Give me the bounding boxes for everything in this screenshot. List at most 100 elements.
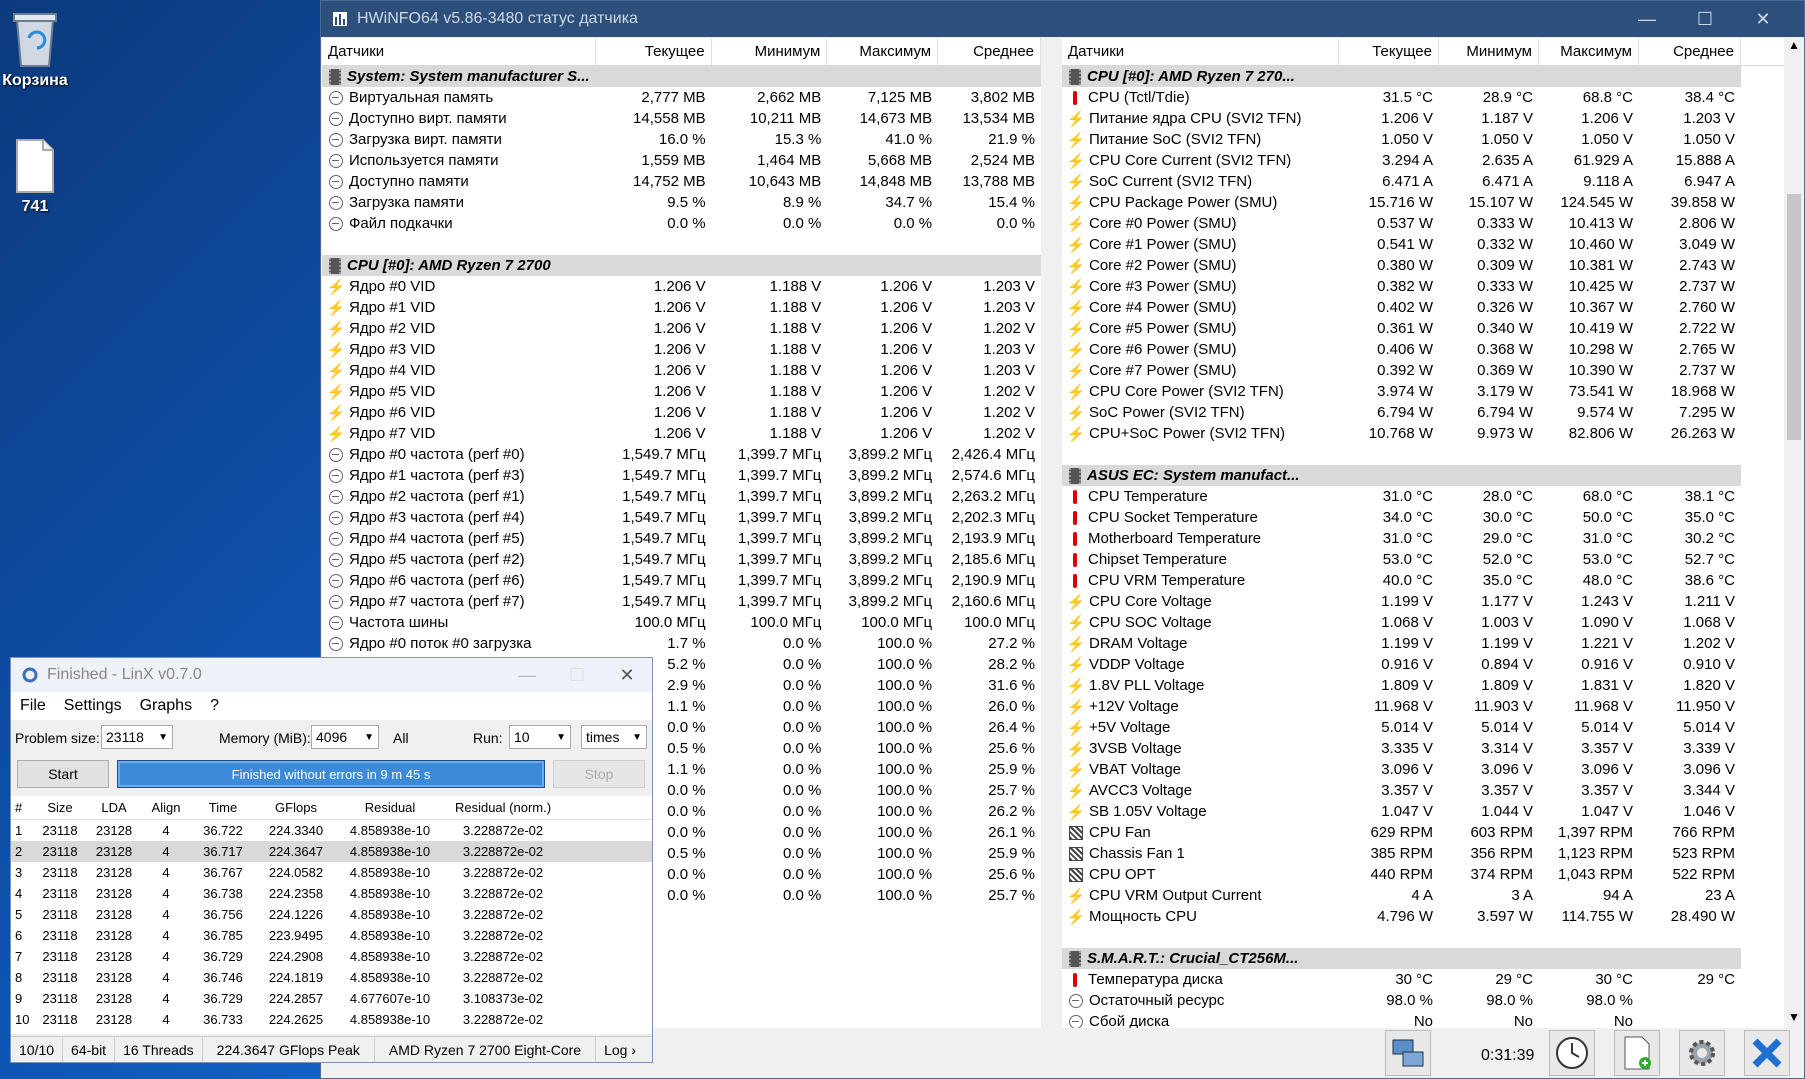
column-header[interactable]: Текущее	[1339, 38, 1439, 65]
results-row[interactable]: 4 23118 23128 4 36.738 224.2358 4.858938e-10 3.…	[11, 883, 652, 904]
maximize-button[interactable]: ☐	[552, 657, 602, 693]
results-row[interactable]: 3 23118 23128 4 36.767 224.0582 4.858938e-10 3.…	[11, 862, 652, 883]
sensor-row[interactable]: Ядро #0 поток #0 загрузка 1.7 % 0.0 % 100.0…	[322, 633, 1041, 654]
linx-titlebar[interactable]: Finished - LinX v0.7.0 — ☐ ✕	[11, 658, 652, 692]
clock-button[interactable]	[1549, 1030, 1595, 1076]
close-button[interactable]: ✕	[602, 657, 652, 693]
sensor-row[interactable]: Ядро #7 частота (perf #7) 1,549.7 МГц 1,39…	[322, 591, 1041, 612]
sensor-row[interactable]: CPU (Tctl/Tdie) 31.5 °C 28.9 °C 68.8 °C 38.4…	[1062, 87, 1804, 108]
minimize-button[interactable]: —	[1618, 1, 1676, 37]
sensor-row[interactable]: ⚡ Ядро #2 VID 1.206 V 1.188 V 1.206 V 1.202 V	[322, 318, 1041, 339]
results-column-header[interactable]: LDA	[85, 800, 143, 815]
sensor-row[interactable]: ⚡ +12V Voltage 11.968 V 11.903 V 11.968 V 11.…	[1062, 696, 1804, 717]
all-checkbox-label[interactable]: All	[393, 730, 409, 746]
sensor-row[interactable]: ⚡ Core #3 Power (SMU) 0.382 W 0.333 W 10.425…	[1062, 276, 1804, 297]
sensor-row[interactable]: ⚡ CPU Core Current (SVI2 TFN) 3.294 A 2.635…	[1062, 150, 1804, 171]
menu-help[interactable]: ?	[210, 697, 219, 715]
sensor-row[interactable]: ⚡ Ядро #6 VID 1.206 V 1.188 V 1.206 V 1.202 V	[322, 402, 1041, 423]
results-row[interactable]: 6 23118 23128 4 36.785 223.9495 4.858938e-10 3.…	[11, 925, 652, 946]
sensor-row[interactable]: Частота шины 100.0 МГц 100.0 МГц 100.0 МГц 1…	[322, 612, 1041, 633]
sensor-row[interactable]: ⚡ Core #4 Power (SMU) 0.402 W 0.326 W 10.367…	[1062, 297, 1804, 318]
scroll-up-icon[interactable]: ▲	[1784, 38, 1804, 56]
sensor-row[interactable]: ⚡ Питание ядра CPU (SVI2 TFN) 1.206 V 1.187…	[1062, 108, 1804, 129]
sensor-row[interactable]: ⚡ CPU+SoC Power (SVI2 TFN) 10.768 W 9.973 W…	[1062, 423, 1804, 444]
menu-settings[interactable]: Settings	[64, 697, 122, 715]
sensor-row[interactable]: ⚡ Ядро #7 VID 1.206 V 1.188 V 1.206 V 1.202 V	[322, 423, 1041, 444]
sensor-row[interactable]: ⚡ Core #1 Power (SMU) 0.541 W 0.332 W 10.460…	[1062, 234, 1804, 255]
results-column-header[interactable]: Residual (norm.)	[445, 800, 561, 815]
column-header[interactable]: Максимум	[827, 38, 939, 65]
sensor-row[interactable]: CPU VRM Temperature 40.0 °C 35.0 °C 48.0 °C…	[1062, 570, 1804, 591]
column-header[interactable]: Среднее	[938, 38, 1041, 65]
sensor-pane-right[interactable]: Датчики Текущее Минимум Максимум Среднее CPU…	[1062, 38, 1804, 1028]
sensor-row[interactable]: Доступно памяти 14,752 MB 10,643 MB 14,848 …	[322, 171, 1041, 192]
sensor-group-header[interactable]: System: System manufacturer S...	[322, 66, 1041, 87]
report-button[interactable]	[1614, 1030, 1660, 1076]
sensor-row[interactable]: ⚡ CPU SOC Voltage 1.068 V 1.003 V 1.090 V 1.0…	[1062, 612, 1804, 633]
scroll-down-icon[interactable]: ▼	[1784, 1010, 1804, 1024]
sensor-row[interactable]: Ядро #4 частота (perf #5) 1,549.7 МГц 1,39…	[322, 528, 1041, 549]
network-button[interactable]	[1385, 1030, 1431, 1076]
settings-button[interactable]	[1679, 1030, 1725, 1076]
sensor-row[interactable]: ⚡ AVCC3 Voltage 3.357 V 3.357 V 3.357 V 3.344…	[1062, 780, 1804, 801]
column-header[interactable]: Датчики	[322, 38, 596, 65]
sensor-row[interactable]: Ядро #2 частота (perf #1) 1,549.7 МГц 1,39…	[322, 486, 1041, 507]
sensor-row[interactable]: Motherboard Temperature 31.0 °C 29.0 °C 31.…	[1062, 528, 1804, 549]
sensor-row[interactable]: ⚡ CPU Core Voltage 1.199 V 1.177 V 1.243 V 1.…	[1062, 591, 1804, 612]
results-column-header[interactable]: #	[11, 800, 35, 815]
sensor-row[interactable]: ⚡ Core #5 Power (SMU) 0.361 W 0.340 W 10.419…	[1062, 318, 1804, 339]
menu-file[interactable]: File	[20, 697, 46, 715]
memory-select[interactable]: 4096 ▼	[311, 725, 379, 749]
start-button[interactable]: Start	[17, 760, 109, 788]
sensor-group-header[interactable]: S.M.A.R.T.: Crucial_CT256M...	[1062, 948, 1804, 969]
problem-size-select[interactable]: 23118 ▼	[101, 725, 173, 749]
menu-graphs[interactable]: Graphs	[140, 697, 192, 715]
sensor-row[interactable]: Сбой диска No No No	[1062, 1011, 1804, 1028]
desktop-icon-file-741[interactable]: 741	[0, 138, 70, 216]
sensor-row[interactable]: Ядро #3 частота (perf #4) 1,549.7 МГц 1,39…	[322, 507, 1041, 528]
exit-button[interactable]	[1744, 1030, 1790, 1076]
sensor-row[interactable]: Ядро #6 частота (perf #6) 1,549.7 МГц 1,39…	[322, 570, 1041, 591]
sensor-row[interactable]: Ядро #0 частота (perf #0) 1,549.7 МГц 1,39…	[322, 444, 1041, 465]
sensor-row[interactable]: ⚡ SoC Power (SVI2 TFN) 6.794 W 6.794 W 9.574…	[1062, 402, 1804, 423]
sensor-row[interactable]: Ядро #1 частота (perf #3) 1,549.7 МГц 1,39…	[322, 465, 1041, 486]
sensor-row[interactable]: Остаточный ресурс 98.0 % 98.0 % 98.0 %	[1062, 990, 1804, 1011]
sensor-row[interactable]: ⚡ Мощность CPU 4.796 W 3.597 W 114.755 W 28.4…	[1062, 906, 1804, 927]
sensor-row[interactable]: ⚡ Ядро #5 VID 1.206 V 1.188 V 1.206 V 1.202 V	[322, 381, 1041, 402]
sensor-row[interactable]: CPU Socket Temperature 34.0 °C 30.0 °C 50.0…	[1062, 507, 1804, 528]
maximize-button[interactable]: ☐	[1676, 1, 1734, 37]
results-column-header[interactable]: GFlops	[257, 800, 335, 815]
sensor-row[interactable]: ⚡ Core #6 Power (SMU) 0.406 W 0.368 W 10.298…	[1062, 339, 1804, 360]
sensor-row[interactable]: Загрузка вирт. памяти 16.0 % 15.3 % 41.0 % 2…	[322, 129, 1041, 150]
run-unit-select[interactable]: times ▼	[581, 725, 647, 749]
results-row[interactable]: 7 23118 23128 4 36.729 224.2908 4.858938e-10 3.…	[11, 946, 652, 967]
sensor-row[interactable]: ⚡ 3VSB Voltage 3.335 V 3.314 V 3.357 V 3.339 …	[1062, 738, 1804, 759]
sensor-row[interactable]: ⚡ Ядро #1 VID 1.206 V 1.188 V 1.206 V 1.203 V	[322, 297, 1041, 318]
sensor-row[interactable]: Chipset Temperature 53.0 °C 52.0 °C 53.0 °C…	[1062, 549, 1804, 570]
log-button[interactable]: Log ›	[596, 1037, 644, 1062]
column-header[interactable]: Минимум	[712, 38, 828, 65]
sensor-row[interactable]: ⚡ Ядро #3 VID 1.206 V 1.188 V 1.206 V 1.203 V	[322, 339, 1041, 360]
sensor-row[interactable]: Chassis Fan 1 385 RPM 356 RPM 1,123 RPM 523 …	[1062, 843, 1804, 864]
results-table[interactable]: # Size LDA Align Time GFlops Residual Residual …	[11, 796, 652, 1034]
results-row[interactable]: 10 23118 23128 4 36.733 224.2625 4.858938e-10 3…	[11, 1009, 652, 1030]
run-count-select[interactable]: 10 ▼	[509, 725, 571, 749]
sensor-row[interactable]: Ядро #5 частота (perf #2) 1,549.7 МГц 1,39…	[322, 549, 1041, 570]
sensor-row[interactable]: Температура диска 30 °C 29 °C 30 °C 29 °C	[1062, 969, 1804, 990]
sensor-row[interactable]: Используется памяти 1,559 MB 1,464 MB 5,668…	[322, 150, 1041, 171]
sensor-row[interactable]: ⚡ CPU VRM Output Current 4 A 3 A 94 A 23 A	[1062, 885, 1804, 906]
results-row[interactable]: 9 23118 23128 4 36.729 224.2857 4.677607e-10 3.…	[11, 988, 652, 1009]
results-row[interactable]: 8 23118 23128 4 36.746 224.1819 4.858938e-10 3.…	[11, 967, 652, 988]
scrollbar-thumb[interactable]	[1787, 194, 1801, 440]
sensor-row[interactable]: ⚡ VBAT Voltage 3.096 V 3.096 V 3.096 V 3.096 …	[1062, 759, 1804, 780]
sensor-row[interactable]: ⚡ SB 1.05V Voltage 1.047 V 1.044 V 1.047 V 1.…	[1062, 801, 1804, 822]
sensor-row[interactable]: ⚡ Core #0 Power (SMU) 0.537 W 0.333 W 10.413…	[1062, 213, 1804, 234]
sensor-row[interactable]: ⚡ CPU Core Power (SVI2 TFN) 3.974 W 3.179 W…	[1062, 381, 1804, 402]
sensor-row[interactable]: Доступно вирт. памяти 14,558 MB 10,211 MB 1…	[322, 108, 1041, 129]
sensor-row[interactable]: ⚡ Ядро #4 VID 1.206 V 1.188 V 1.206 V 1.203 V	[322, 360, 1041, 381]
vertical-scrollbar[interactable]: ▲ ▼	[1784, 38, 1804, 1028]
column-header[interactable]: Минимум	[1439, 38, 1539, 65]
sensor-row[interactable]: ⚡ +5V Voltage 5.014 V 5.014 V 5.014 V 5.014 V	[1062, 717, 1804, 738]
sensor-row[interactable]: CPU Fan 629 RPM 603 RPM 1,397 RPM 766 RPM	[1062, 822, 1804, 843]
sensor-row[interactable]: ⚡ Core #7 Power (SMU) 0.392 W 0.369 W 10.390…	[1062, 360, 1804, 381]
